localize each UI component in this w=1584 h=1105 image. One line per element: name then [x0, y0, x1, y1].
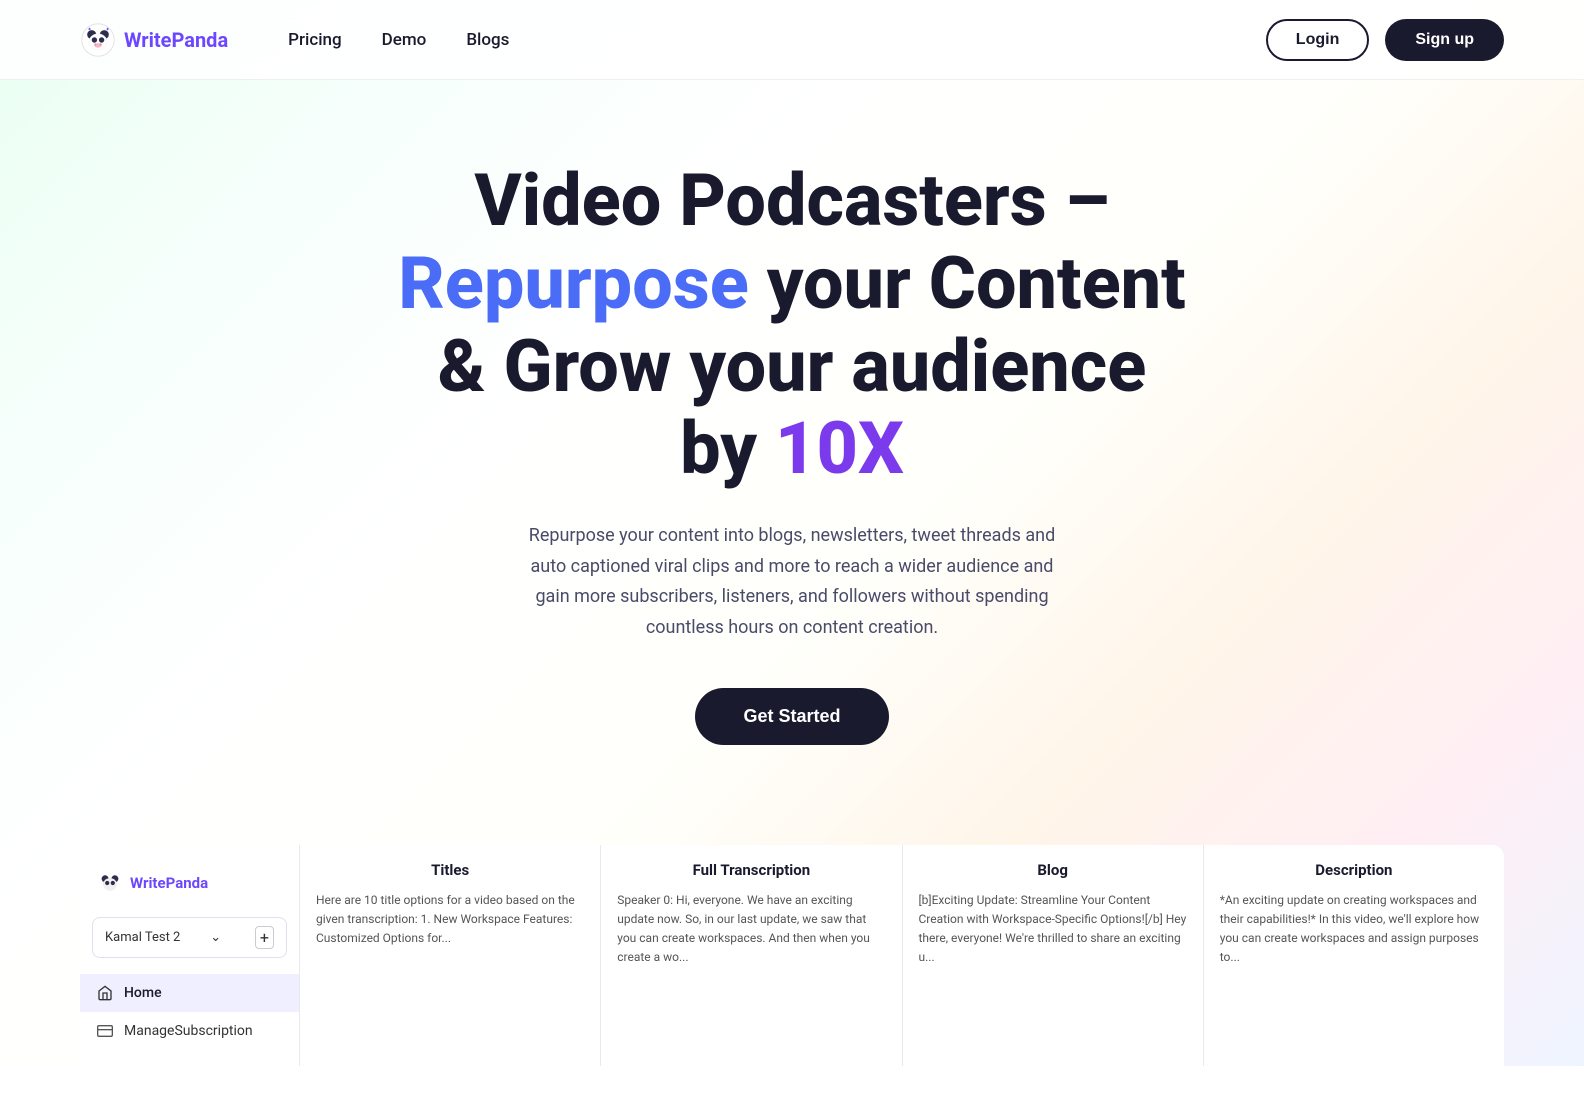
- hero-title-line2: your Content: [749, 241, 1186, 326]
- titles-header: Titles: [316, 861, 584, 879]
- login-button[interactable]: Login: [1266, 19, 1370, 61]
- sidebar-logo: WritePanda: [80, 861, 299, 917]
- workspace-name: Kamal Test 2: [105, 930, 180, 945]
- logo[interactable]: ✦ ✦ WritePanda: [80, 22, 228, 58]
- description-header: Description: [1220, 861, 1488, 879]
- signup-button[interactable]: Sign up: [1385, 19, 1504, 61]
- hero-title-10x: 10X: [775, 406, 904, 491]
- description-text: *An exciting update on creating workspac…: [1220, 891, 1488, 968]
- navbar-left: ✦ ✦ WritePanda Pricing Demo Blogs: [80, 22, 509, 58]
- nav-link-demo[interactable]: Demo: [382, 30, 427, 50]
- sidebar-item-manage-subscription-label: ManageSubscription: [124, 1023, 253, 1039]
- sidebar-panel: WritePanda Kamal Test 2 ⌄ + Home: [80, 845, 300, 1066]
- hero-title-by: by: [680, 406, 775, 491]
- hero-title-line1: Video Podcasters –: [474, 158, 1109, 243]
- hero-title-line3: & Grow your audience: [438, 324, 1147, 409]
- titles-column: Titles Here are 10 title options for a v…: [300, 845, 601, 1066]
- home-icon: [96, 984, 114, 1002]
- description-column: Description *An exciting update on creat…: [1204, 845, 1504, 1066]
- svg-text:✦: ✦: [87, 27, 92, 33]
- logo-icon: ✦ ✦: [80, 22, 116, 58]
- nav-link-blogs[interactable]: Blogs: [466, 30, 509, 50]
- hero-title: Video Podcasters – Repurpose your Conten…: [398, 160, 1186, 491]
- blog-header: Blog: [919, 861, 1187, 879]
- blog-text: [b]Exciting Update: Streamline Your Cont…: [919, 891, 1187, 968]
- sidebar-item-home-label: Home: [124, 985, 162, 1001]
- credit-card-icon: [96, 1022, 114, 1040]
- transcription-header: Full Transcription: [617, 861, 885, 879]
- get-started-button[interactable]: Get Started: [695, 688, 888, 745]
- nav-links: Pricing Demo Blogs: [288, 30, 509, 50]
- sidebar-item-manage-subscription[interactable]: ManageSubscription: [80, 1012, 299, 1050]
- transcription-text: Speaker 0: Hi, everyone. We have an exci…: [617, 891, 885, 968]
- navbar: ✦ ✦ WritePanda Pricing Demo Blogs Login …: [0, 0, 1584, 80]
- sidebar-logo-text: WritePanda: [130, 874, 208, 892]
- navbar-right: Login Sign up: [1266, 19, 1504, 61]
- sidebar-item-home[interactable]: Home: [80, 974, 299, 1012]
- hero-title-repurpose: Repurpose: [398, 241, 749, 326]
- nav-link-pricing[interactable]: Pricing: [288, 30, 342, 50]
- titles-text: Here are 10 title options for a video ba…: [316, 891, 584, 949]
- sidebar-logo-icon: [96, 869, 124, 897]
- transcription-column: Full Transcription Speaker 0: Hi, everyo…: [601, 845, 902, 1066]
- workspace-selector[interactable]: Kamal Test 2 ⌄ +: [92, 917, 287, 958]
- hero-subtitle: Repurpose your content into blogs, newsl…: [512, 521, 1072, 643]
- logo-text: WritePanda: [124, 28, 228, 52]
- blog-column: Blog [b]Exciting Update: Streamline Your…: [903, 845, 1204, 1066]
- svg-text:✦: ✦: [105, 27, 110, 33]
- content-columns: Titles Here are 10 title options for a v…: [300, 845, 1504, 1066]
- add-workspace-icon[interactable]: +: [255, 926, 274, 949]
- app-preview: WritePanda Kamal Test 2 ⌄ + Home: [80, 845, 1504, 1066]
- hero-content: Video Podcasters – Repurpose your Conten…: [0, 80, 1584, 805]
- chevron-down-icon: ⌄: [210, 930, 221, 945]
